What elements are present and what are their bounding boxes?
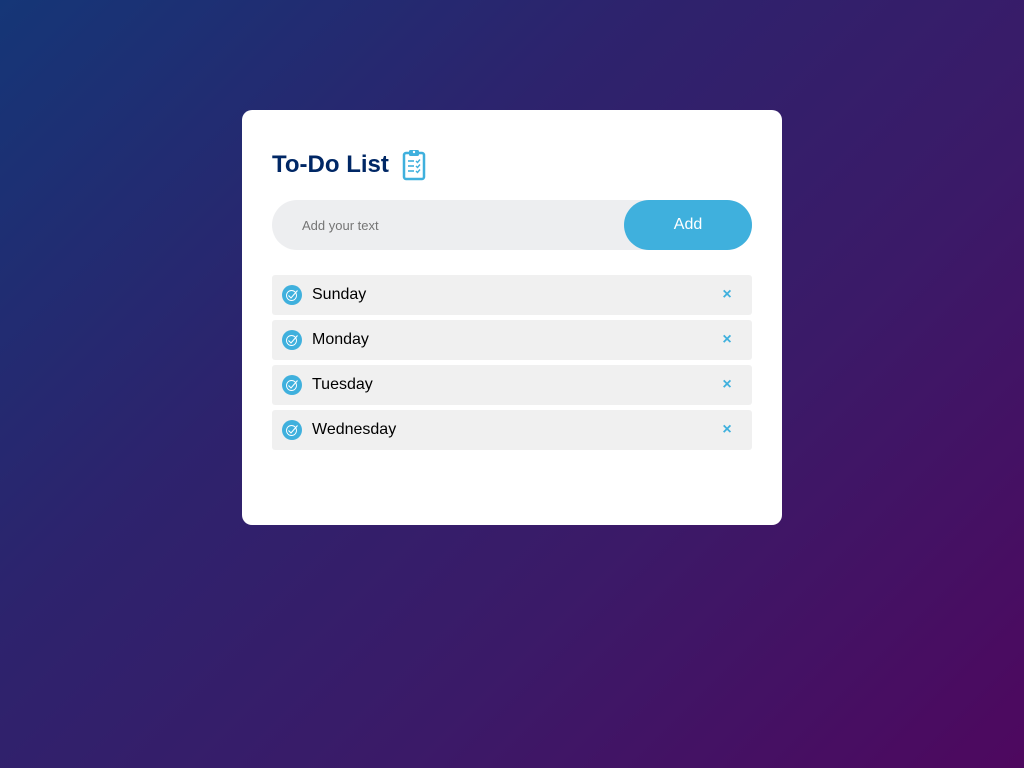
- checked-circle-icon[interactable]: [282, 285, 302, 305]
- checked-circle-icon[interactable]: [282, 375, 302, 395]
- add-task-row: Add: [272, 200, 752, 250]
- task-text: Monday: [312, 331, 369, 348]
- task-item[interactable]: Tuesday ×: [272, 365, 752, 405]
- page-title: To-Do List: [272, 151, 389, 178]
- add-button[interactable]: Add: [624, 200, 752, 250]
- remove-task-icon[interactable]: ×: [722, 275, 732, 315]
- task-list: Sunday × Monday × Tuesday × Wednesday ×: [272, 275, 752, 450]
- task-item[interactable]: Monday ×: [272, 320, 752, 360]
- task-text: Sunday: [312, 286, 367, 303]
- remove-task-icon[interactable]: ×: [722, 365, 732, 405]
- checked-circle-icon[interactable]: [282, 420, 302, 440]
- task-input[interactable]: [272, 200, 624, 250]
- clipboard-checklist-icon: [401, 149, 427, 181]
- remove-task-icon[interactable]: ×: [722, 410, 732, 450]
- checked-circle-icon[interactable]: [282, 330, 302, 350]
- task-text: Wednesday: [312, 421, 397, 438]
- todo-card: To-Do List Add your text Add Sunday × Mo…: [242, 110, 782, 525]
- remove-task-icon[interactable]: ×: [722, 320, 732, 360]
- task-item[interactable]: Wednesday ×: [272, 410, 752, 450]
- todo-header: To-Do List: [272, 149, 752, 181]
- task-item[interactable]: Sunday ×: [272, 275, 752, 315]
- task-text: Tuesday: [312, 376, 373, 393]
